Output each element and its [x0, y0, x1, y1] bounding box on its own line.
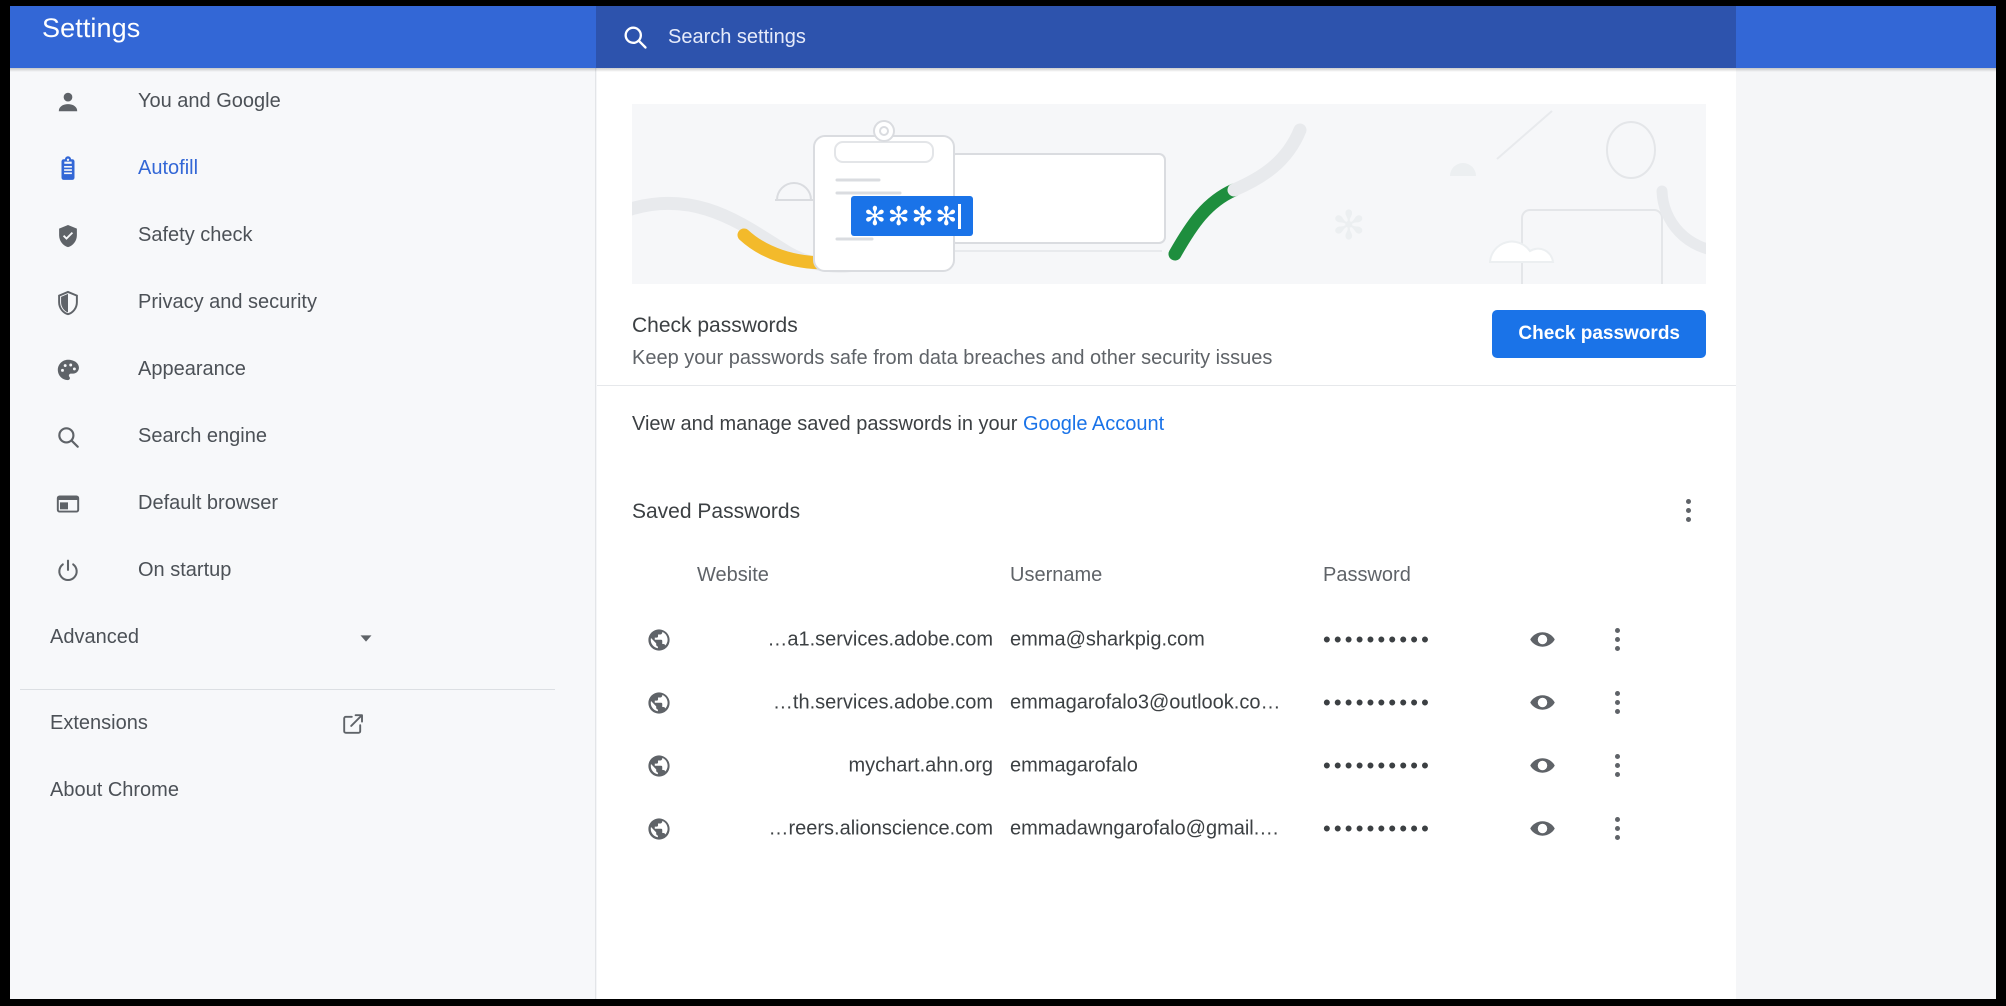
palette-icon — [50, 352, 86, 388]
eye-icon[interactable] — [1522, 746, 1562, 786]
table-row[interactable]: …th.services.adobe.com emmagarofalo3@out… — [597, 671, 1736, 734]
password-illustration: ✻✻✻✻ ✻ — [632, 104, 1706, 284]
browser-viewport: Settings You and Google — [10, 6, 1996, 999]
sidebar-item-label: Default browser — [138, 492, 279, 514]
sidebar-item-search-engine[interactable]: Search engine — [10, 403, 595, 470]
browser-window-icon — [50, 486, 86, 522]
cell-username: emma@sharkpig.com — [1010, 628, 1205, 650]
eye-icon[interactable] — [1522, 809, 1562, 849]
page-title: Settings — [42, 13, 141, 43]
manage-passwords-text: View and manage saved passwords in your — [632, 413, 1023, 435]
sidebar-item-label: Privacy and security — [138, 291, 317, 313]
google-account-link[interactable]: Google Account — [1023, 413, 1164, 435]
shield-half-icon — [50, 285, 86, 321]
main-content: ✻✻✻✻ ✻ Check passwords Keep your passwor… — [597, 68, 1736, 999]
eye-icon[interactable] — [1522, 620, 1562, 660]
cell-password: •••••••••• — [1323, 815, 1433, 841]
column-header-username: Username — [1010, 564, 1103, 586]
sidebar-item-default-browser[interactable]: Default browser — [10, 470, 595, 537]
cell-username: emmagarofalo3@outlook.co… — [1010, 691, 1281, 713]
table-header-row: Website Username Password — [597, 556, 1736, 608]
column-header-password: Password — [1323, 564, 1411, 586]
search-input[interactable] — [668, 17, 1568, 57]
cell-username: emmadawngarofalo@gmail.… — [1010, 817, 1280, 839]
cell-website: …reers.alionscience.com — [768, 817, 993, 839]
cell-website: mychart.ahn.org — [848, 754, 993, 776]
saved-passwords-title: Saved Passwords — [632, 500, 801, 523]
top-bar-shadow — [10, 68, 1996, 72]
sidebar-item-label: Advanced — [50, 626, 139, 648]
globe-icon — [646, 627, 672, 653]
sidebar-item-label: Extensions — [50, 712, 148, 734]
svg-text:✻✻✻✻: ✻✻✻✻ — [864, 202, 959, 232]
eye-icon[interactable] — [1522, 683, 1562, 723]
top-bar-left: Settings — [10, 6, 596, 68]
sidebar-item-about-chrome[interactable]: About Chrome — [10, 757, 595, 824]
table-row[interactable]: mychart.ahn.org emmagarofalo •••••••••• — [597, 734, 1736, 797]
table-row[interactable]: …reers.alionscience.com emmadawngarofalo… — [597, 797, 1736, 860]
column-header-website: Website — [697, 564, 769, 586]
sidebar-item-label: On startup — [138, 559, 232, 581]
power-icon — [50, 553, 86, 589]
sidebar-item-privacy-and-security[interactable]: Privacy and security — [10, 269, 595, 336]
sidebar-item-label: About Chrome — [50, 779, 179, 801]
saved-passwords-kebab-menu-icon[interactable] — [1668, 490, 1708, 530]
search-icon — [50, 419, 86, 455]
top-bar-right — [1736, 6, 1996, 68]
sidebar-item-label: Search engine — [138, 425, 267, 447]
row-kebab-menu-icon[interactable] — [1597, 620, 1637, 660]
sidebar-item-advanced[interactable]: Advanced — [10, 604, 595, 671]
check-passwords-title: Check passwords — [632, 314, 798, 337]
cell-password: •••••••••• — [1323, 689, 1433, 715]
sidebar-item-label: Safety check — [138, 224, 253, 246]
search-bar[interactable] — [596, 6, 1736, 68]
external-link-icon — [341, 712, 365, 736]
check-passwords-subtitle: Keep your passwords safe from data breac… — [632, 347, 1273, 369]
sidebar-item-label: You and Google — [138, 90, 281, 112]
sidebar-item-label: Autofill — [138, 157, 199, 179]
row-kebab-menu-icon[interactable] — [1597, 809, 1637, 849]
top-bar: Settings — [10, 6, 1996, 68]
row-kebab-menu-icon[interactable] — [1597, 746, 1637, 786]
sidebar-item-label: Appearance — [138, 358, 246, 380]
table-row[interactable]: …a1.services.adobe.com emma@sharkpig.com… — [597, 608, 1736, 671]
cell-password: •••••••••• — [1323, 752, 1433, 778]
sidebar-item-autofill[interactable]: Autofill — [10, 135, 595, 202]
globe-icon — [646, 753, 672, 779]
person-icon — [50, 84, 86, 120]
cell-website: …a1.services.adobe.com — [767, 628, 993, 650]
search-icon — [620, 22, 650, 52]
chevron-down-icon — [355, 627, 377, 649]
sidebar-item-appearance[interactable]: Appearance — [10, 336, 595, 403]
cell-website: …th.services.adobe.com — [772, 691, 993, 713]
shield-check-icon — [50, 218, 86, 254]
sidebar-item-you-and-google[interactable]: You and Google — [10, 68, 595, 135]
sidebar-item-extensions[interactable]: Extensions — [10, 690, 595, 757]
saved-passwords-table: Website Username Password …a1.services.a… — [597, 556, 1736, 860]
cell-password: •••••••••• — [1323, 626, 1433, 652]
window-frame: Settings You and Google — [0, 0, 2006, 1006]
check-passwords-button[interactable]: Check passwords — [1492, 310, 1706, 358]
sidebar-item-on-startup[interactable]: On startup — [10, 537, 595, 604]
globe-icon — [646, 816, 672, 842]
svg-text:✻: ✻ — [1332, 203, 1366, 249]
content-right-gutter — [1736, 68, 1996, 999]
check-passwords-section: Check passwords Keep your passwords safe… — [597, 310, 1736, 386]
globe-icon — [646, 690, 672, 716]
cell-username: emmagarofalo — [1010, 754, 1138, 776]
manage-passwords-row: View and manage saved passwords in your … — [632, 413, 1164, 436]
sidebar: You and Google Autofill Safety check Pri… — [10, 68, 596, 999]
clipboard-icon — [50, 151, 86, 187]
row-kebab-menu-icon[interactable] — [1597, 683, 1637, 723]
sidebar-item-safety-check[interactable]: Safety check — [10, 202, 595, 269]
